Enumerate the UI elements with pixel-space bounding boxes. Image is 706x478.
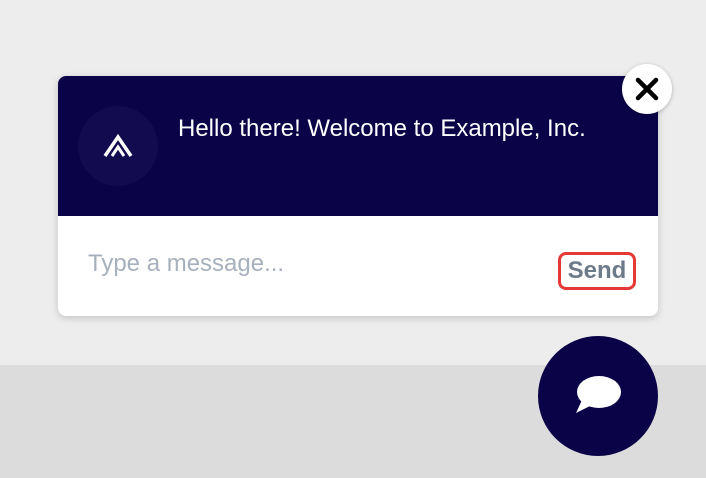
message-composer: Send — [58, 216, 658, 316]
greeting-message: Hello there! Welcome to Example, Inc. — [178, 115, 586, 142]
message-input[interactable] — [78, 244, 558, 284]
close-icon — [635, 77, 659, 101]
brand-logo-icon — [103, 134, 133, 157]
chat-launcher-button[interactable] — [538, 336, 658, 456]
chat-popup: Hello there! Welcome to Example, Inc. Se… — [58, 76, 658, 316]
close-button[interactable] — [622, 64, 672, 114]
send-button[interactable]: Send — [558, 252, 636, 290]
avatar — [78, 106, 158, 186]
chat-bubble-icon — [576, 376, 621, 413]
chat-header: Hello there! Welcome to Example, Inc. — [58, 76, 658, 216]
